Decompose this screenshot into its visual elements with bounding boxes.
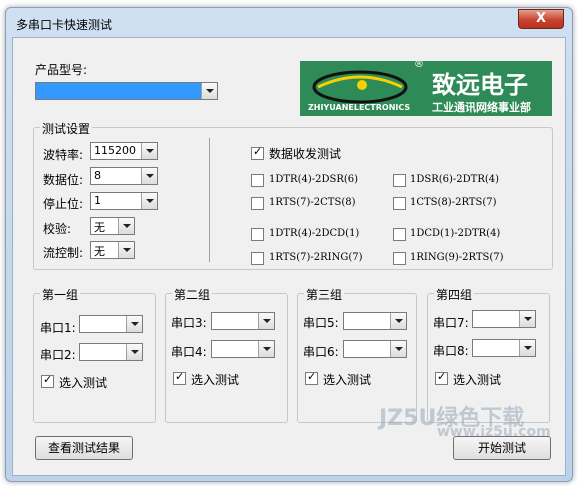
port-7-select[interactable] bbox=[472, 310, 536, 328]
start-test-button[interactable]: 开始测试 bbox=[453, 436, 551, 460]
port-1-select[interactable] bbox=[79, 315, 143, 333]
signal-checkbox[interactable] bbox=[393, 197, 406, 210]
check-icon: ✓ bbox=[253, 145, 263, 158]
product-model-select[interactable] bbox=[35, 82, 218, 100]
port-6-label: 串口6: bbox=[303, 345, 339, 359]
stop-bits-select[interactable]: 1 bbox=[90, 192, 158, 210]
signal-checkbox[interactable] bbox=[393, 228, 406, 241]
group-2-checkbox[interactable]: ✓ bbox=[173, 370, 186, 385]
data-bits-value: 8 bbox=[94, 169, 101, 182]
settings-divider bbox=[209, 138, 210, 262]
flow-control-select[interactable]: 无 bbox=[90, 241, 135, 259]
product-model-label: 产品型号: bbox=[35, 63, 88, 77]
data-bits-label: 数据位: bbox=[43, 173, 84, 187]
company-logo: ® 致远电子 ZHIYUANELECTRONICS 工业通讯网络事业部 bbox=[300, 61, 552, 116]
chevron-down-icon[interactable] bbox=[126, 344, 142, 360]
logo-en-name: ZHIYUANELECTRONICS bbox=[308, 103, 411, 112]
group-4-select-label: 选入测试 bbox=[453, 373, 502, 387]
chevron-down-icon[interactable] bbox=[126, 316, 142, 332]
parity-label: 校验: bbox=[43, 222, 72, 236]
flow-control-label: 流控制: bbox=[43, 246, 84, 260]
port-8-select[interactable] bbox=[472, 339, 536, 357]
stop-bits-label: 停止位: bbox=[43, 197, 84, 211]
chevron-down-icon[interactable] bbox=[201, 83, 217, 99]
port-6-select[interactable] bbox=[343, 340, 407, 358]
parity-value: 无 bbox=[94, 221, 105, 234]
port-2-label: 串口2: bbox=[40, 348, 76, 362]
group-3-checkbox[interactable]: ✓ bbox=[305, 370, 318, 385]
chevron-down-icon[interactable] bbox=[390, 341, 406, 357]
port-2-select[interactable] bbox=[79, 343, 143, 361]
group-3-select-label: 选入测试 bbox=[323, 373, 372, 387]
signal-label: 1RTS(7)-2RING(7) bbox=[269, 252, 363, 263]
title-bar[interactable]: 多串口卡快速测试 X bbox=[6, 8, 572, 36]
group-2-select-label: 选入测试 bbox=[191, 373, 240, 387]
logo-cn-name: 致远电子 bbox=[432, 71, 528, 99]
signal-checkbox[interactable] bbox=[251, 252, 264, 265]
close-button[interactable]: X bbox=[518, 9, 564, 29]
port-5-select[interactable] bbox=[343, 312, 407, 330]
dialog-client-area: 产品型号: ® 致远电子 ZHIYUANELECTRONICS 工业通讯网络事业… bbox=[12, 37, 566, 476]
chevron-down-icon[interactable] bbox=[118, 242, 134, 258]
signal-checkbox[interactable] bbox=[251, 228, 264, 241]
check-icon: ✓ bbox=[43, 373, 53, 386]
flow-control-value: 无 bbox=[94, 245, 105, 258]
logo-division: 工业通讯网络事业部 bbox=[432, 101, 531, 114]
group-2-title: 第二组 bbox=[172, 286, 213, 303]
port-3-select[interactable] bbox=[211, 312, 275, 330]
port-1-label: 串口1: bbox=[40, 321, 76, 335]
signal-label: 1DTR(4)-2DSR(6) bbox=[269, 174, 359, 185]
data-test-label: 数据收发测试 bbox=[269, 147, 342, 161]
test-settings-title: 测试设置 bbox=[40, 120, 93, 137]
check-icon: ✓ bbox=[307, 370, 317, 383]
group-3-title: 第三组 bbox=[304, 286, 345, 303]
group-4-checkbox[interactable]: ✓ bbox=[435, 370, 448, 385]
signal-checkbox[interactable] bbox=[393, 252, 406, 265]
view-results-button[interactable]: 查看测试结果 bbox=[35, 436, 133, 460]
baud-rate-select[interactable]: 115200 bbox=[90, 142, 158, 160]
signal-checkbox[interactable] bbox=[251, 174, 264, 187]
chevron-down-icon[interactable] bbox=[118, 218, 134, 234]
parity-select[interactable]: 无 bbox=[90, 217, 135, 235]
registered-mark: ® bbox=[414, 61, 424, 70]
baud-rate-label: 波特率: bbox=[43, 148, 84, 162]
stop-bits-value: 1 bbox=[94, 194, 101, 207]
app-window: 多串口卡快速测试 X 产品型号: ® 致远电子 ZHIYUANELECTRONI… bbox=[5, 7, 573, 482]
group-1-checkbox[interactable]: ✓ bbox=[41, 373, 54, 388]
check-icon: ✓ bbox=[175, 370, 185, 383]
signal-label: 1DSR(6)-2DTR(4) bbox=[410, 174, 500, 185]
port-3-label: 串口3: bbox=[171, 316, 207, 330]
baud-rate-value: 115200 bbox=[94, 144, 136, 157]
chevron-down-icon[interactable] bbox=[258, 313, 274, 329]
group-1-select-label: 选入测试 bbox=[59, 376, 108, 390]
window-title: 多串口卡快速测试 bbox=[16, 18, 113, 32]
port-4-label: 串口4: bbox=[171, 345, 207, 359]
chevron-down-icon[interactable] bbox=[141, 193, 157, 209]
port-8-label: 串口8: bbox=[433, 344, 469, 358]
data-bits-select[interactable]: 8 bbox=[90, 167, 158, 185]
group-1-title: 第一组 bbox=[40, 286, 81, 303]
chevron-down-icon[interactable] bbox=[519, 311, 535, 327]
chevron-down-icon[interactable] bbox=[141, 143, 157, 159]
check-icon: ✓ bbox=[437, 370, 447, 383]
chevron-down-icon[interactable] bbox=[519, 340, 535, 356]
chevron-down-icon[interactable] bbox=[390, 313, 406, 329]
signal-checkbox[interactable] bbox=[393, 174, 406, 187]
data-test-checkbox[interactable]: ✓ bbox=[251, 145, 264, 160]
signal-label: 1CTS(8)-2RTS(7) bbox=[410, 197, 497, 208]
port-4-select[interactable] bbox=[211, 340, 275, 358]
port-7-label: 串口7: bbox=[433, 316, 469, 330]
signal-label: 1RTS(7)-2CTS(8) bbox=[269, 197, 356, 208]
group-4-title: 第四组 bbox=[434, 286, 475, 303]
signal-label: 1RING(9)-2RTS(7) bbox=[410, 252, 504, 263]
port-5-label: 串口5: bbox=[303, 316, 339, 330]
chevron-down-icon[interactable] bbox=[141, 168, 157, 184]
signal-label: 1DTR(4)-2DCD(1) bbox=[269, 228, 360, 239]
chevron-down-icon[interactable] bbox=[258, 341, 274, 357]
signal-checkbox[interactable] bbox=[251, 197, 264, 210]
signal-label: 1DCD(1)-2DTR(4) bbox=[410, 228, 501, 239]
